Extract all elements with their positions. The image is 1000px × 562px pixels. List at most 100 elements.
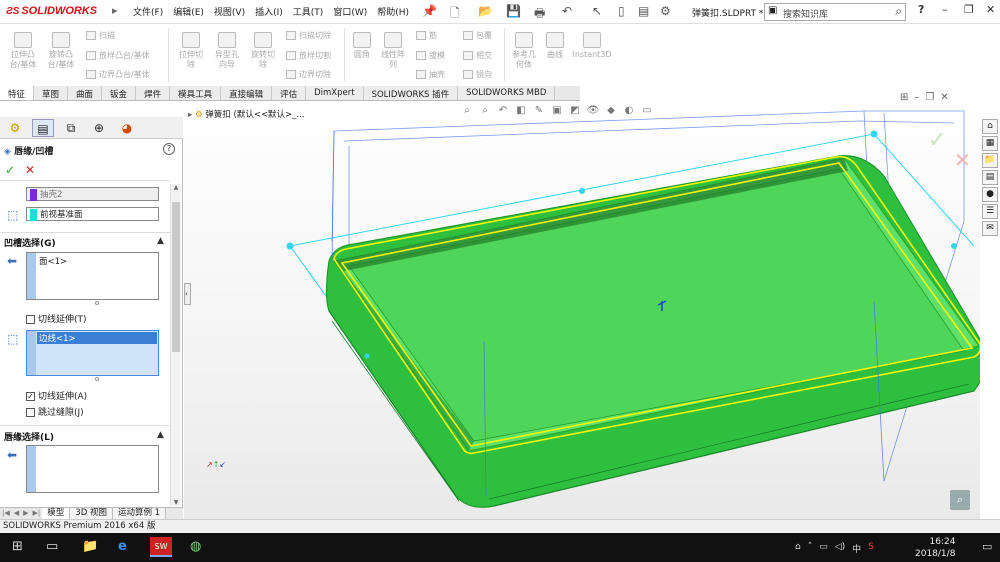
menu-tools[interactable]: 工具(T) [288,5,329,18]
lofted-cut-button[interactable]: 放样切割 [286,50,331,61]
select-arrow-icon[interactable]: ↖ [592,4,602,18]
new-document-icon[interactable]: 🗋 [450,4,460,25]
solidworks-logo[interactable]: ƧS SOLIDWORKS [6,5,97,17]
list-resize-grip[interactable] [95,377,99,381]
network-icon[interactable]: ▭ [819,542,828,555]
tab-addins[interactable]: SOLIDWORKS 插件 [363,86,459,100]
revolve-cut-button[interactable]: 旋转切 除 [246,32,280,70]
configuration-manager-icon[interactable]: ⧉ [60,119,82,137]
custom-properties-icon[interactable]: ☰ [982,204,998,219]
show-hidden-icons[interactable]: ˄ [808,542,813,555]
instant3d-button[interactable]: Instant3D [572,32,612,60]
reference-geometry-button[interactable]: 参考几 何体 [508,32,540,70]
home-icon[interactable]: ⌂ [982,119,998,134]
people-icon[interactable]: ⌂ [795,542,801,555]
forum-icon[interactable]: ✉ [982,221,998,236]
undo-icon[interactable]: ↶ [562,4,572,18]
menu-edit[interactable]: 编辑(E) [168,5,209,18]
menu-help[interactable]: 帮助(H) [372,5,414,18]
panel-collapse-handle[interactable]: ‹ [184,283,191,305]
last-tab-icon[interactable]: ▶| [31,508,43,519]
viewport-tile-icon[interactable]: ⊞ [900,92,908,103]
windows-start-icon[interactable]: ⊞ [12,539,23,554]
groove-edge-item[interactable]: 边线<1> [37,332,157,344]
tab-dimxpert[interactable]: DimXpert [306,86,364,100]
prev-tab-icon[interactable]: ◀ [12,508,21,519]
close-button[interactable]: ✕ [986,3,995,16]
notification-icon[interactable]: ▭ [982,540,992,553]
list-resize-grip[interactable] [95,301,99,305]
scroll-down-icon[interactable]: ▼ [171,499,181,506]
viewport-restore-icon[interactable]: ❐ [925,92,934,103]
edit-appearance-icon[interactable]: ◆ [604,104,618,117]
draft-button[interactable]: 拔模 [416,50,445,61]
collapse-caret-icon[interactable]: ▲ [157,236,164,246]
viewport-close-icon[interactable]: ✕ [940,92,948,103]
feature-tree-flyout[interactable]: ▸ ⚙ 弹簧扣 (默认<<默认>_... [188,108,305,120]
appearances-icon[interactable]: ● [982,187,998,202]
tab-sheet-metal[interactable]: 钣金 [102,86,137,100]
clock[interactable]: 16:24 2018/1/8 [915,536,955,560]
help-icon[interactable]: ? [163,143,175,155]
search-icon[interactable]: ⌕ [895,4,902,19]
tab-surfaces[interactable]: 曲面 [68,86,103,100]
zoom-to-fit-icon[interactable]: ⌕ [460,104,474,117]
menu-expand-icon[interactable]: ▸ [112,4,118,17]
lip-face-list[interactable] [26,445,159,493]
fillet-button[interactable]: 圆角 [348,32,376,60]
hide-show-items-icon[interactable]: 👁 [586,104,600,117]
tab-mold-tools[interactable]: 模具工具 [170,86,222,100]
cancel-x-icon[interactable]: ✕ [25,163,35,177]
apply-scene-icon[interactable]: ◐ [622,104,636,117]
model-3d-view[interactable] [184,101,980,519]
options-gear-icon[interactable]: ⚙ [660,4,671,18]
file-explorer-taskbar-icon[interactable]: 📁 [82,539,98,554]
solidworks-taskbar-icon[interactable]: SW [150,537,172,557]
volume-icon[interactable]: ◁) [835,542,845,555]
view-orientation-icon[interactable]: ▣ [550,104,564,117]
plane-field[interactable]: 前视基准面 [26,207,159,221]
restore-button[interactable]: ❐ [964,3,974,16]
first-tab-icon[interactable]: |◀ [0,508,12,519]
graphics-viewport[interactable] [184,101,980,519]
minimize-button[interactable]: – [942,3,948,16]
boundary-cut-button[interactable]: 边界切除 [286,69,331,80]
expand-arrow-icon[interactable]: ▸ [188,110,195,120]
intersect-button[interactable]: 相交 [463,50,492,61]
skip-gaps-checkbox[interactable]: 跳过缝隙(J) [26,405,84,418]
groove-edge-list[interactable]: 边线<1> [26,330,159,376]
hole-wizard-button[interactable]: 异型孔 向导 [210,32,244,70]
edge-browser-icon[interactable]: e [118,539,127,554]
menu-insert[interactable]: 插入(I) [250,5,288,18]
property-manager-icon[interactable]: ▤ [32,119,54,137]
menu-view[interactable]: 视图(V) [209,5,250,18]
app-taskbar-icon[interactable]: ◍ [190,539,201,554]
view-palette-icon[interactable]: ▤ [982,170,998,185]
menu-file[interactable]: 文件(F) [128,5,168,18]
open-folder-icon[interactable]: 📂 [478,4,493,18]
extrude-boss-button[interactable]: 拉伸凸 台/基体 [6,32,40,70]
tab-3d-views[interactable]: 3D 视图 [70,508,113,519]
tab-weldments[interactable]: 焊件 [136,86,171,100]
ok-check-icon[interactable]: ✓ [5,163,15,177]
help-icon[interactable]: ? [918,3,924,16]
menu-window[interactable]: 窗口(W) [328,5,372,18]
search-input[interactable]: ▣ 搜索知识库 ⌕ [764,3,906,21]
linear-pattern-button[interactable]: 线性阵 列 [378,32,408,70]
tab-model[interactable]: 模型 [42,508,71,519]
input-language[interactable]: 中 [852,542,861,555]
section-view-icon[interactable]: ◧ [514,104,528,117]
display-manager-icon[interactable]: ◕ [116,119,138,137]
body-field[interactable]: 抽壳2 [26,187,159,201]
sweep-button[interactable]: 扫描 [86,30,115,41]
extrude-cut-button[interactable]: 拉伸切 除 [174,32,208,70]
zoom-area-icon[interactable]: ⌕ [478,104,492,117]
tab-features[interactable]: 特征 [0,86,35,100]
pin-icon[interactable]: 📌 [422,4,437,18]
dimxpert-manager-icon[interactable]: ⊕ [88,119,110,137]
print-icon[interactable]: 🖶 [534,4,545,25]
ime-icon[interactable]: S [868,542,874,555]
swept-cut-button[interactable]: 扫描切除 [286,30,331,41]
file-explorer-icon[interactable]: 📁 [982,153,998,168]
wrap-button[interactable]: 包覆 [463,30,492,41]
